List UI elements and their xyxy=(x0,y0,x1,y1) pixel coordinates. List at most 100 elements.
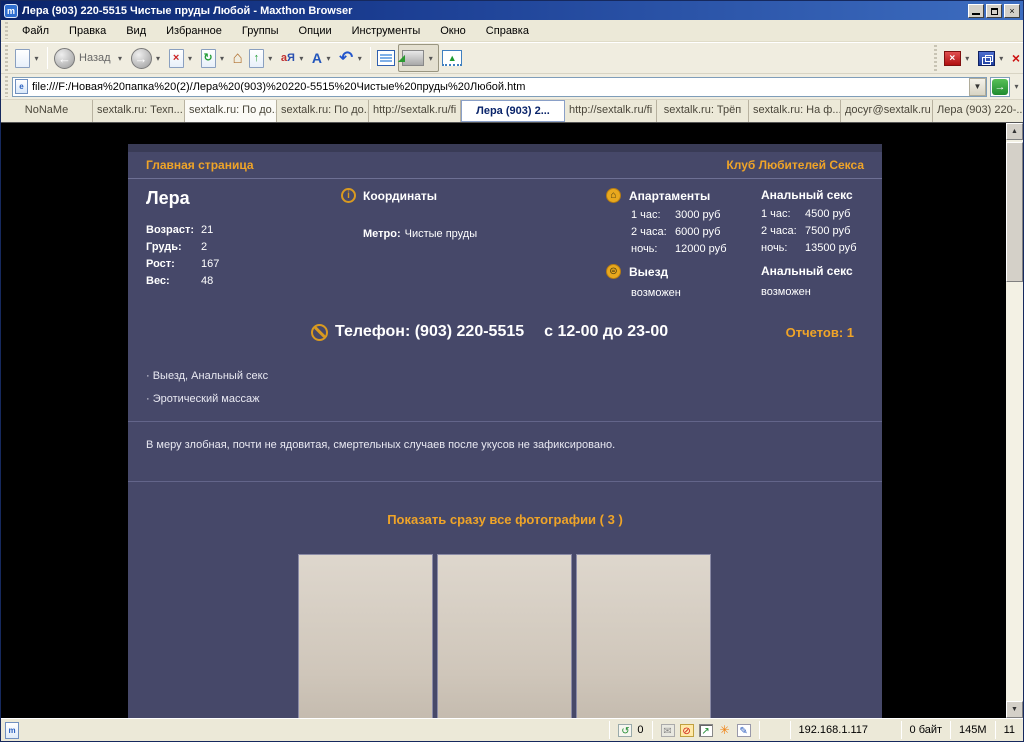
url-input[interactable]: file:///F:/Новая%20папка%20(2)/Лера%20(9… xyxy=(32,81,969,93)
popup-blocker-icon[interactable]: ⊘ xyxy=(680,724,694,737)
phone-hours: с 12-00 до 23-00 xyxy=(544,323,668,341)
translate-dropdown[interactable]: ▾ xyxy=(297,54,306,63)
home-button[interactable]: ⌂ xyxy=(230,44,246,72)
stop-dropdown[interactable]: ▾ xyxy=(186,54,195,63)
close-tab-button[interactable]: × ▾ xyxy=(941,44,975,72)
tab-dosug[interactable]: досуг@sextalk.ru xyxy=(841,100,933,122)
undo-button[interactable]: ↶ ▾ xyxy=(336,44,367,72)
open-folder-dropdown[interactable]: ▾ xyxy=(266,54,275,63)
info-icon: i xyxy=(341,188,356,203)
vertical-scrollbar[interactable]: ▲ ▼ xyxy=(1006,123,1023,718)
menu-window[interactable]: Окно xyxy=(430,22,476,40)
splash-icon[interactable]: ✳ xyxy=(718,724,732,737)
capture-dropdown[interactable]: ▾ xyxy=(426,54,435,63)
tab-lera-2[interactable]: Лера (903) 220-... xyxy=(933,100,1023,122)
scroll-down-button[interactable]: ▼ xyxy=(1006,701,1023,718)
back-dropdown[interactable]: ▾ xyxy=(116,54,125,63)
close-tab-icon: × xyxy=(944,51,961,66)
photo-thumbnail-3[interactable] xyxy=(576,554,711,718)
stop-icon: × xyxy=(169,49,184,68)
tab-sextalk-5[interactable]: http://sextalk.ru/fi xyxy=(565,100,657,122)
tab-sextalk-2[interactable]: sextalk.ru: По до... xyxy=(185,100,277,122)
reports-link[interactable]: Отчетов: 1 xyxy=(786,325,854,340)
scroll-up-button[interactable]: ▲ xyxy=(1006,123,1023,140)
restore-button[interactable] xyxy=(986,4,1002,18)
url-field[interactable]: e file:///F:/Новая%20папка%20(2)/Лера%20… xyxy=(12,77,987,97)
go-dropdown[interactable]: ▾ xyxy=(1012,82,1021,91)
menu-groups[interactable]: Группы xyxy=(232,22,289,40)
club-link[interactable]: Клуб Любителей Секса xyxy=(726,158,864,172)
service-item: · Эротический массаж xyxy=(146,393,259,405)
back-button[interactable]: ← Назад ▾ xyxy=(51,44,128,72)
scroll-thumb[interactable] xyxy=(1006,142,1023,282)
show-all-photos-link[interactable]: Показать сразу все фотографии ( 3 ) xyxy=(128,512,882,527)
panel-toggle-button[interactable]: ▲ xyxy=(439,44,465,72)
right-toolbar-grip[interactable] xyxy=(932,45,939,71)
tab-count: 11 xyxy=(996,724,1023,736)
toolbar-separator xyxy=(370,47,371,69)
memory-usage: 145M xyxy=(951,724,995,736)
menu-favorites[interactable]: Избранное xyxy=(156,22,232,40)
form-fill-button[interactable] xyxy=(374,44,398,72)
mail-hand-icon[interactable]: ✉ xyxy=(661,724,675,737)
recycle-bin-icon[interactable]: ↺ xyxy=(618,724,632,737)
price-value: 7500 руб xyxy=(805,225,850,242)
new-page-dropdown[interactable]: ▾ xyxy=(32,54,41,63)
menu-tools[interactable]: Инструменты xyxy=(342,22,431,40)
addressbar-grip[interactable] xyxy=(3,76,10,97)
close-tab-dropdown[interactable]: ▾ xyxy=(963,54,972,63)
tab-lera-active[interactable]: Лера (903) 2... xyxy=(461,100,565,122)
stat-age-value: 21 xyxy=(201,224,213,241)
edit-mode-icon[interactable]: ✎ xyxy=(737,724,751,737)
refresh-button[interactable]: ↻ ▾ xyxy=(198,44,230,72)
anal-availability-value: возможен xyxy=(761,286,853,298)
home-page-link[interactable]: Главная страница xyxy=(146,158,254,172)
font-size-button[interactable]: A ▾ xyxy=(309,44,336,72)
tab-sextalk-4[interactable]: http://sextalk.ru/fi xyxy=(369,100,461,122)
tab-sextalk-6[interactable]: sextalk.ru: Трёп xyxy=(657,100,749,122)
home-icon: ⌂ xyxy=(233,47,243,69)
back-icon: ← xyxy=(54,48,75,69)
refresh-dropdown[interactable]: ▾ xyxy=(218,54,227,63)
photo-thumbnail-1[interactable] xyxy=(298,554,433,718)
ip-address: 192.168.1.117 xyxy=(791,724,901,736)
tab-sextalk-7[interactable]: sextalk.ru: На ф... xyxy=(749,100,841,122)
menu-edit[interactable]: Правка xyxy=(59,22,116,40)
tab-bar: NoNaMe sextalk.ru: Техп... sextalk.ru: П… xyxy=(1,100,1023,123)
menu-help[interactable]: Справка xyxy=(476,22,539,40)
minimize-button[interactable] xyxy=(968,4,984,18)
tab-sextalk-3[interactable]: sextalk.ru: По до... xyxy=(277,100,369,122)
tab-sextalk-1[interactable]: sextalk.ru: Техп... xyxy=(93,100,185,122)
open-folder-button[interactable]: ↑ ▾ xyxy=(246,44,278,72)
font-size-dropdown[interactable]: ▾ xyxy=(324,54,333,63)
menu-view[interactable]: Вид xyxy=(116,22,156,40)
browser-viewport: Главная страница Клуб Любителей Секса Ле… xyxy=(1,123,1023,718)
stat-bust: Грудь:2 xyxy=(146,241,219,258)
translate-button[interactable]: аЯ ▾ xyxy=(278,44,309,72)
forward-dropdown[interactable]: ▾ xyxy=(154,54,163,63)
forward-icon: → xyxy=(131,48,152,69)
capture-button[interactable]: ▾ xyxy=(398,44,439,72)
window-arrange-dropdown[interactable]: ▾ xyxy=(997,54,1006,63)
menu-options[interactable]: Опции xyxy=(289,22,342,40)
undo-dropdown[interactable]: ▾ xyxy=(355,54,364,63)
toolbar-grip[interactable] xyxy=(3,45,10,71)
forward-button[interactable]: → ▾ xyxy=(128,44,166,72)
url-history-dropdown[interactable]: ▼ xyxy=(969,78,986,96)
menu-file[interactable]: Файл xyxy=(12,22,59,40)
stat-age: Возраст:21 xyxy=(146,224,219,241)
photo-thumbnail-2[interactable] xyxy=(437,554,572,718)
stop-button[interactable]: × ▾ xyxy=(166,44,198,72)
tab-nonamе[interactable]: NoNaMe xyxy=(1,100,93,122)
outcall-value: возможен xyxy=(631,287,681,299)
menubar-grip[interactable] xyxy=(3,22,10,39)
go-button[interactable]: → xyxy=(990,77,1010,97)
new-page-button[interactable]: ▾ xyxy=(12,44,44,72)
window-arrange-button[interactable]: ▾ xyxy=(975,44,1009,72)
close-all-button[interactable]: × xyxy=(1009,44,1023,72)
translate-icon-ya: Я xyxy=(287,52,295,64)
close-button[interactable]: × xyxy=(1004,4,1020,18)
proxy-icon[interactable]: ↗ xyxy=(699,724,713,737)
new-page-icon xyxy=(15,49,30,68)
browser-window: m Лера (903) 220-5515 Чистые пруды Любой… xyxy=(0,0,1024,742)
